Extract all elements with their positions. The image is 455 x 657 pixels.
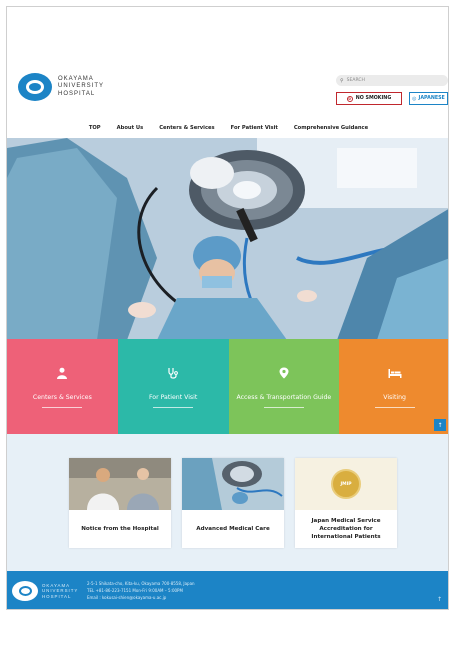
card-caption: Notice from the Hospital bbox=[81, 526, 159, 532]
language-label: JAPANESE bbox=[418, 96, 445, 101]
scroll-to-top-button[interactable]: ↑ bbox=[434, 419, 446, 431]
logo-line: OKAYAMA bbox=[58, 75, 94, 82]
card-caption: Japan Medical Service Accreditation for … bbox=[311, 518, 381, 540]
stethoscope-icon bbox=[166, 366, 180, 380]
card-image bbox=[182, 458, 284, 510]
logo-emblem-icon bbox=[12, 581, 38, 601]
no-smoking-label: NO SMOKING bbox=[355, 96, 392, 101]
jmip-badge-text: JMIP bbox=[340, 481, 352, 487]
tile-visiting[interactable]: Visiting bbox=[339, 339, 448, 434]
tile-underline bbox=[263, 406, 304, 408]
search-placeholder: SEARCH bbox=[346, 78, 365, 83]
footer-logo[interactable]: OKAYAMA UNIVERSITY HOSPITAL bbox=[12, 581, 78, 601]
nav-item-about-us[interactable]: About Us bbox=[117, 125, 144, 131]
footer-contact-info: 2-5-1 Shikata-cho, Kita-ku, Okayama 700-… bbox=[87, 580, 195, 601]
doctor-icon bbox=[55, 366, 69, 380]
category-tiles: Centers & Services For Patient Visit Acc… bbox=[7, 339, 448, 434]
jmip-badge-icon: JMIP bbox=[331, 469, 361, 499]
tile-label: Visiting bbox=[383, 393, 406, 401]
card-advanced-care[interactable]: Advanced Medical Care bbox=[182, 458, 284, 548]
hero-image bbox=[7, 138, 448, 340]
no-smoking-button[interactable]: ⊘ NO SMOKING bbox=[336, 92, 402, 105]
tile-label: Centers & Services bbox=[32, 393, 92, 401]
logo-text: OKAYAMA UNIVERSITY HOSPITAL bbox=[58, 76, 104, 99]
hospital-logo[interactable]: OKAYAMA UNIVERSITY HOSPITAL bbox=[18, 73, 104, 101]
main-nav: TOP About Us Centers & Services For Pati… bbox=[7, 119, 448, 137]
logo-line: HOSPITAL bbox=[42, 593, 72, 599]
nav-item-top[interactable]: TOP bbox=[89, 125, 101, 131]
tile-label: For Patient Visit bbox=[148, 393, 198, 401]
card-jmip[interactable]: JMIP Japan Medical Service Accreditation… bbox=[295, 458, 397, 548]
footer-tel: TEL +81-86-223-7151 Mon-Fri 9:00AM – 5:0… bbox=[87, 588, 183, 593]
card-image: JMIP bbox=[295, 458, 397, 510]
tile-underline bbox=[42, 406, 83, 408]
footer-to-top-button[interactable]: ↑ bbox=[437, 596, 442, 603]
nav-item-centers-services[interactable]: Centers & Services bbox=[159, 125, 214, 131]
nav-item-comprehensive-guidance[interactable]: Comprehensive Guidance bbox=[294, 125, 368, 131]
logo-text: OKAYAMA UNIVERSITY HOSPITAL bbox=[42, 583, 78, 600]
no-smoking-icon: ⊘ bbox=[346, 95, 353, 102]
card-image bbox=[69, 458, 171, 510]
globe-icon: ◎ bbox=[412, 95, 417, 102]
card-caption: Advanced Medical Care bbox=[196, 526, 270, 532]
logo-emblem-icon bbox=[18, 73, 52, 101]
site-footer: OKAYAMA UNIVERSITY HOSPITAL 2-5-1 Shikat… bbox=[7, 571, 448, 609]
bed-icon bbox=[388, 366, 402, 380]
tile-label: Access & Transportation Guide bbox=[236, 393, 332, 401]
map-pin-icon bbox=[277, 366, 291, 380]
tile-underline bbox=[374, 406, 415, 408]
tile-access-transportation[interactable]: Access & Transportation Guide bbox=[228, 339, 340, 434]
footer-address: 2-5-1 Shikata-cho, Kita-ku, Okayama 700-… bbox=[87, 581, 195, 586]
logo-line: UNIVERSITY bbox=[58, 83, 105, 90]
feature-cards: Notice from the Hospital Advanced Medica… bbox=[7, 434, 448, 571]
arrow-up-icon: ↑ bbox=[436, 596, 442, 603]
page-frame: OKAYAMA UNIVERSITY HOSPITAL ⚲ SEARCH ⊘ N… bbox=[6, 6, 449, 610]
search-icon: ⚲ bbox=[340, 77, 344, 84]
tile-centers-services[interactable]: Centers & Services bbox=[7, 339, 118, 434]
language-button[interactable]: ◎ JAPANESE bbox=[409, 92, 448, 105]
tile-patient-visit[interactable]: For Patient Visit bbox=[117, 339, 229, 434]
logo-line: UNIVERSITY bbox=[42, 588, 79, 594]
tile-underline bbox=[153, 406, 194, 408]
card-notice[interactable]: Notice from the Hospital bbox=[69, 458, 171, 548]
arrow-up-icon: ↑ bbox=[437, 421, 443, 429]
logo-line: HOSPITAL bbox=[58, 90, 96, 97]
search-input[interactable]: ⚲ SEARCH bbox=[336, 75, 448, 86]
hero-illustration bbox=[7, 138, 448, 340]
footer-email[interactable]: Email : kokusai-shien@okayama-u.ac.jp bbox=[87, 594, 195, 601]
nav-item-patient-visit[interactable]: For Patient Visit bbox=[231, 125, 278, 131]
